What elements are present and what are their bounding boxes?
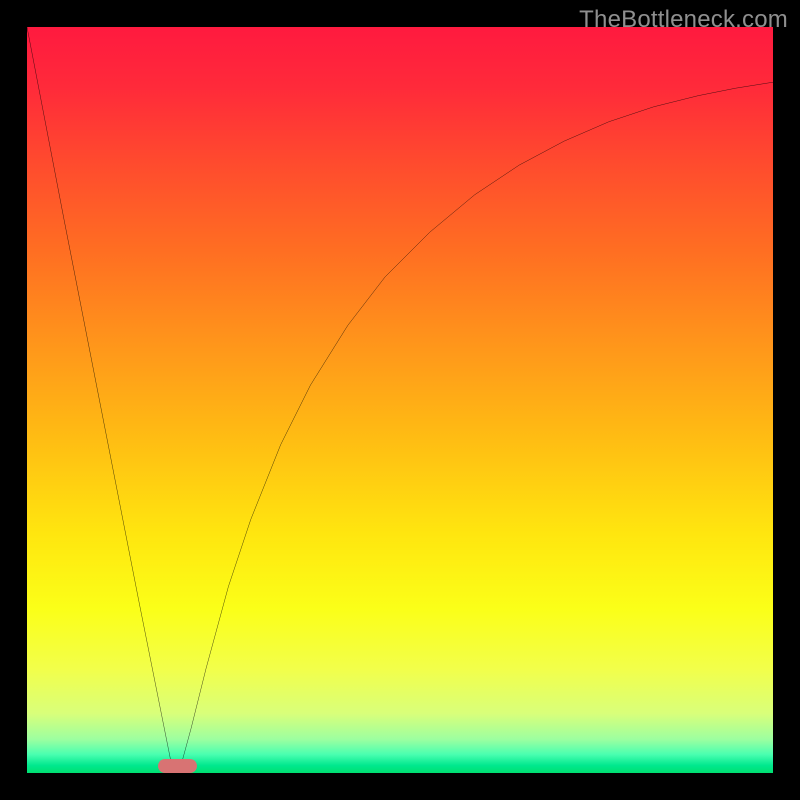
plot-area (27, 27, 773, 773)
bottleneck-curve (27, 27, 773, 773)
watermark-text: TheBottleneck.com (579, 6, 788, 34)
min-marker (158, 759, 197, 773)
chart-container: TheBottleneck.com (0, 0, 800, 800)
